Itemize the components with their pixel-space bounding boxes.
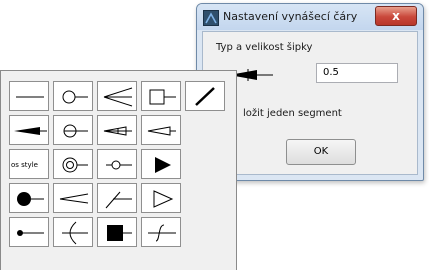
style-open-wide-fan-cell[interactable] [53,217,93,247]
style-slash-cell[interactable] [185,81,225,111]
open-fan-arrow-icon [103,87,133,107]
dialog-title-bar[interactable]: Nastavení vynášecí čáry x [197,4,423,30]
open-triangle-icon [153,190,174,208]
filled-triangle-icon [155,157,171,173]
style-filled-square-cell[interactable] [97,217,137,247]
close-icon: x [392,9,400,23]
app-icon [203,10,219,26]
style-small-open-circle-cell[interactable] [97,149,137,179]
open-square-icon [149,89,176,105]
style-open-fan-arrow-cell[interactable] [97,81,137,111]
style-small-filled-dot-cell[interactable] [9,217,49,247]
style-open-circle-cell[interactable] [53,81,93,111]
filled-square-icon [107,225,132,241]
single-segment-label[interactable]: ložit jeden segment [243,108,342,119]
style-filled-circle-cell[interactable] [9,183,49,213]
open-wide-fan-icon [62,221,88,245]
filled-circle-icon [17,192,44,206]
style-integral-curve-cell[interactable] [141,217,181,247]
style-slash-to-line-cell[interactable] [97,183,137,213]
style-open-narrow-triangle-2-cell[interactable] [141,115,181,145]
small-open-circle-icon [106,160,132,170]
integral-curve-icon [148,224,176,242]
dialog-title: Nastavení vynášecí čáry [223,10,358,23]
double-circle-icon [62,157,88,173]
style-open-triangle-cell[interactable] [141,183,181,213]
style-open-narrow-triangle-cell[interactable] [97,115,137,145]
open-circle-icon [62,90,88,104]
close-button[interactable]: x [375,6,417,26]
open-narrow-triangle-icon [103,126,132,136]
slash-icon [195,87,215,106]
style-filled-wedge-cell[interactable] [9,115,49,145]
style-line-none-cell[interactable] [9,81,49,111]
line-none-icon [16,96,44,98]
text-style-label: os style [11,161,38,169]
arrow-type-label: Typ a velikost šipky [216,42,313,53]
style-filled-triangle-cell[interactable] [141,149,181,179]
style-open-double-slash-cell[interactable] [53,183,93,213]
circle-crossed-icon [63,124,88,138]
style-circle-crossed-cell[interactable] [53,115,93,145]
small-filled-dot-icon [17,230,44,236]
ok-button[interactable]: OK [286,139,356,165]
open-narrow-triangle-2-icon [147,126,176,136]
open-double-slash-icon [59,193,89,204]
style-text-cell[interactable]: os style [9,149,49,179]
filled-wedge-icon [14,127,47,135]
arrow-style-palette: os style [0,70,237,270]
style-open-square-cell[interactable] [141,81,181,111]
arrow-size-input[interactable]: 0.5 [316,63,398,83]
slash-to-line-icon [105,191,132,209]
screen: Nastavení vynášecí čáry x Typ a velikost… [0,0,429,270]
style-double-circle-cell[interactable] [53,149,93,179]
